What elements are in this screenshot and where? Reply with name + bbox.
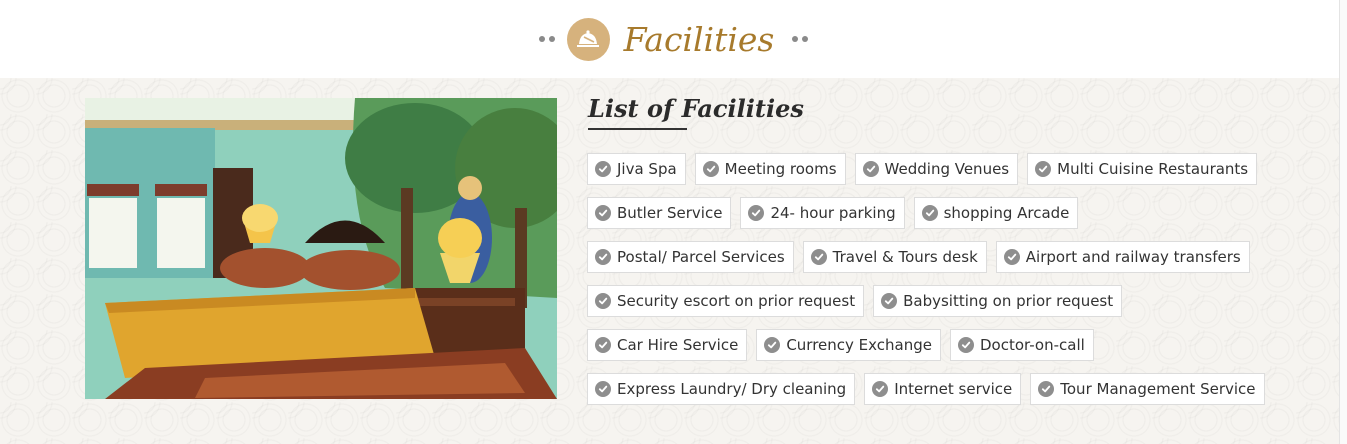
check-circle-icon bbox=[1038, 381, 1055, 397]
facility-label: Internet service bbox=[894, 380, 1013, 398]
facility-row: Postal/ Parcel Services Travel & Tours de… bbox=[587, 241, 1287, 275]
page-scrollbar[interactable] bbox=[1339, 0, 1347, 444]
check-circle-icon bbox=[1035, 161, 1052, 177]
check-circle-icon bbox=[702, 161, 719, 177]
decorative-dots-left bbox=[538, 36, 555, 42]
section-title: Facilities bbox=[623, 19, 775, 59]
facility-label: Tour Management Service bbox=[1060, 380, 1256, 398]
facility-tag: Car Hire Service bbox=[587, 329, 748, 361]
check-circle-icon bbox=[595, 381, 611, 397]
check-circle-icon bbox=[595, 249, 611, 265]
facility-label: Currency Exchange bbox=[786, 336, 932, 354]
facility-tag: Travel & Tours desk bbox=[802, 241, 987, 273]
facility-label: Butler Service bbox=[617, 204, 723, 222]
facility-label: Postal/ Parcel Services bbox=[617, 248, 785, 266]
facility-label: Travel & Tours desk bbox=[832, 248, 978, 266]
check-circle-icon bbox=[595, 205, 611, 221]
facility-tag: Security escort on prior request bbox=[587, 285, 865, 317]
section-heading: Facilities bbox=[0, 0, 1347, 78]
facility-label: Express Laundry/ Dry cleaning bbox=[617, 380, 847, 398]
facility-label: Meeting rooms bbox=[724, 160, 837, 178]
facility-tag: Doctor-on-call bbox=[949, 329, 1094, 361]
facility-tag: Jiva Spa bbox=[587, 153, 686, 185]
decorative-dots-right bbox=[792, 36, 809, 42]
facility-row: Jiva Spa Meeting rooms Wedding Venues Multi… bbox=[587, 153, 1287, 187]
facility-tag: Babysitting on prior request bbox=[873, 285, 1123, 317]
facility-label: Doctor-on-call bbox=[979, 336, 1085, 354]
check-circle-icon bbox=[862, 161, 879, 177]
facility-label: 24- hour parking bbox=[770, 204, 896, 222]
facility-tag: Currency Exchange bbox=[756, 329, 941, 361]
facility-tag: Express Laundry/ Dry cleaning bbox=[587, 373, 856, 405]
check-circle-icon bbox=[810, 249, 827, 265]
facility-label: Multi Cuisine Restaurants bbox=[1057, 160, 1249, 178]
facility-row: Express Laundry/ Dry cleaning Internet se… bbox=[587, 373, 1287, 407]
facility-tag: Butler Service bbox=[587, 197, 732, 229]
facility-tag: Tour Management Service bbox=[1030, 373, 1265, 405]
facility-tag: Airport and railway transfers bbox=[995, 241, 1250, 273]
facilities-list-title: List of Facilities bbox=[588, 94, 804, 123]
facility-label: Car Hire Service bbox=[617, 336, 739, 354]
room-photo bbox=[85, 98, 557, 399]
check-circle-icon bbox=[872, 381, 889, 397]
check-circle-icon bbox=[595, 293, 611, 309]
facility-tag: Wedding Venues bbox=[854, 153, 1019, 185]
facility-label: Airport and railway transfers bbox=[1025, 248, 1241, 266]
check-circle-icon bbox=[764, 337, 781, 353]
facility-label: Security escort on prior request bbox=[617, 292, 856, 310]
facility-row: Butler Service 24- hour parking shopping A… bbox=[587, 197, 1287, 231]
facility-tag: Multi Cuisine Restaurants bbox=[1027, 153, 1258, 185]
facility-tag: Internet service bbox=[864, 373, 1022, 405]
facilities-tag-list: Jiva Spa Meeting rooms Wedding Venues Multi… bbox=[587, 153, 1287, 417]
facility-tag: Postal/ Parcel Services bbox=[587, 241, 794, 273]
check-circle-icon bbox=[921, 205, 938, 221]
facility-label: Wedding Venues bbox=[884, 160, 1010, 178]
check-circle-icon bbox=[595, 161, 611, 177]
facility-row: Security escort on prior request Babysitt… bbox=[587, 285, 1287, 319]
check-circle-icon bbox=[748, 205, 765, 221]
check-circle-icon bbox=[595, 337, 611, 353]
facility-row: Car Hire Service Currency Exchange Doctor-… bbox=[587, 329, 1287, 363]
facility-tag: Meeting rooms bbox=[694, 153, 846, 185]
facility-label: Jiva Spa bbox=[617, 160, 677, 178]
service-bell-icon bbox=[566, 17, 610, 61]
check-circle-icon bbox=[957, 337, 974, 353]
facility-label: Babysitting on prior request bbox=[903, 292, 1114, 310]
facility-tag: shopping Arcade bbox=[913, 197, 1079, 229]
check-circle-icon bbox=[881, 293, 898, 309]
title-underline bbox=[588, 128, 687, 130]
check-circle-icon bbox=[1003, 249, 1020, 265]
facility-tag: 24- hour parking bbox=[740, 197, 905, 229]
facility-label: shopping Arcade bbox=[943, 204, 1070, 222]
